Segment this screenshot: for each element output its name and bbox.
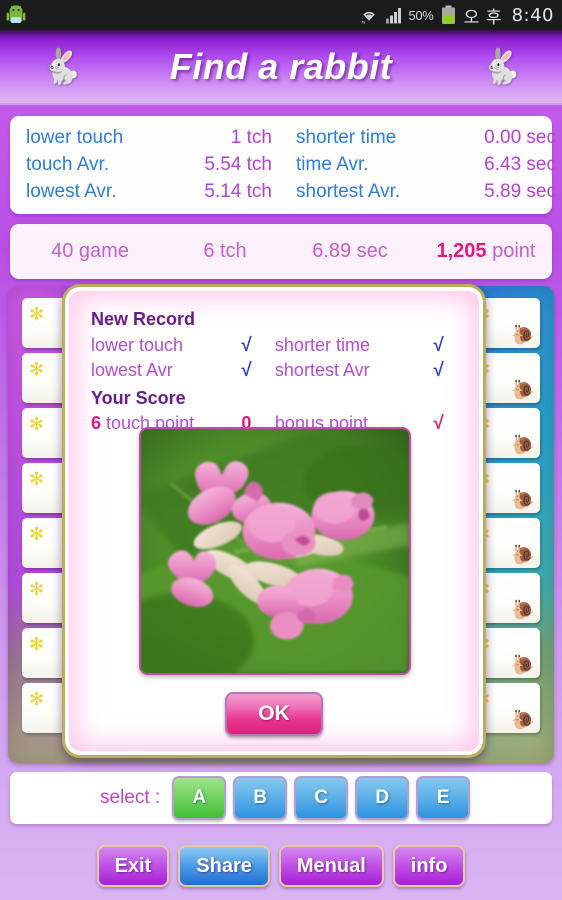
info-button[interactable]: info xyxy=(392,845,466,887)
stat-label-time-avr: time Avr. xyxy=(296,153,369,175)
stat-value-touch-avr: 5.54 tch xyxy=(204,153,272,175)
rabbit-icon-left: 🐇 xyxy=(40,47,83,86)
select-option-e-label: E xyxy=(436,787,450,808)
record-lower-touch-check-icon: √ xyxy=(241,334,252,356)
snail-icon: 🐌 xyxy=(511,710,535,731)
record-lower-touch-label: lower touch xyxy=(91,335,184,355)
score-time-value: 6.89 xyxy=(312,240,352,262)
sun-icon: ✻ xyxy=(29,359,45,379)
stat-value-lower-touch: 1 tch xyxy=(230,126,272,148)
stat-label-touch-avr: touch Avr. xyxy=(26,153,110,175)
bottom-button-bar: Exit Share Menual info xyxy=(0,832,562,900)
stat-value-shortest-avr: 5.89 sec xyxy=(484,180,556,202)
snail-icon: 🐌 xyxy=(511,435,535,456)
your-score-heading: Your Score xyxy=(91,388,186,408)
sun-icon: ✻ xyxy=(29,414,45,434)
wifi-icon xyxy=(359,5,379,25)
score-games: 40 game xyxy=(10,240,170,263)
snail-icon: 🐌 xyxy=(511,380,535,401)
ok-button[interactable]: OK xyxy=(225,692,323,736)
stat-value-shorter-time: 0.00 sec xyxy=(484,126,556,148)
sun-icon: ✻ xyxy=(29,469,45,489)
score-touches-unit: tch xyxy=(214,240,247,262)
record-shortest-avr-check-icon: √ xyxy=(433,359,444,381)
select-option-c[interactable]: C xyxy=(294,776,349,820)
stats-row: lowest Avr. 5.14 tch shortest Avr. 5.89 … xyxy=(26,178,556,205)
pink-flower-photo xyxy=(141,429,409,673)
stat-value-lowest-avr: 5.14 tch xyxy=(204,180,272,202)
stat-label-shorter-time: shorter time xyxy=(296,126,397,148)
stat-label-shortest-avr: shortest Avr. xyxy=(296,180,401,202)
select-option-a[interactable]: A xyxy=(172,776,227,820)
record-shorter-time-label: shorter time xyxy=(274,335,370,355)
snail-icon: 🐌 xyxy=(511,655,535,676)
share-button-label: Share xyxy=(196,854,252,877)
new-record-heading: New Record xyxy=(91,309,196,329)
exit-button-label: Exit xyxy=(114,854,152,877)
sun-icon: ✻ xyxy=(29,689,45,709)
battery-percent-label: 50% xyxy=(408,7,434,23)
info-button-label: info xyxy=(410,854,448,877)
reward-photo-frame xyxy=(139,427,411,675)
current-score-bar: 40 game 6 tch 6.89 sec 1,205 point xyxy=(10,224,552,279)
select-option-e[interactable]: E xyxy=(416,776,471,820)
select-label: select : xyxy=(100,787,161,808)
score-time: 6.89 sec xyxy=(280,240,420,263)
app-title-bar: 🐇 Find a rabbit 🐇 xyxy=(0,30,562,105)
score-points-value: 1,205 xyxy=(436,240,487,262)
stat-label-lowest-avr: lowest Avr. xyxy=(26,180,117,202)
select-option-d[interactable]: D xyxy=(355,776,410,820)
ok-button-label: OK xyxy=(258,702,290,725)
exit-button[interactable]: Exit xyxy=(96,845,170,887)
bonus-point-check-icon: √ xyxy=(433,412,444,434)
manual-button[interactable]: Menual xyxy=(278,845,384,887)
score-games-value: 40 xyxy=(51,240,74,262)
share-button[interactable]: Share xyxy=(178,845,270,887)
record-row: lowest Avr √ shortest Avr √ xyxy=(91,358,457,383)
score-touches: 6 tch xyxy=(170,240,280,263)
stat-value-time-avr: 6.43 sec xyxy=(484,153,556,175)
clock-time-label: 8:40 xyxy=(511,4,554,26)
select-bar: select : A B C D E xyxy=(10,772,552,824)
snail-icon: 🐌 xyxy=(511,325,535,346)
select-option-b[interactable]: B xyxy=(233,776,288,820)
touch-point-value: 6 xyxy=(91,413,102,433)
stats-row: touch Avr. 5.54 tch time Avr. 6.43 sec xyxy=(26,151,556,178)
manual-button-label: Menual xyxy=(296,854,366,877)
record-row: lower touch √ shorter time √ xyxy=(91,333,457,358)
sun-icon: ✻ xyxy=(29,579,45,599)
stat-label-lower-touch: lower touch xyxy=(26,126,124,148)
sun-icon: ✻ xyxy=(29,304,45,324)
record-shortest-avr-label: shortest Avr xyxy=(274,360,370,380)
sun-icon: ✻ xyxy=(29,524,45,544)
score-points: 1,205 point xyxy=(420,240,552,263)
snail-icon: 🐌 xyxy=(511,545,535,566)
android-status-bar: 50% 오 후 8:40 xyxy=(0,0,562,30)
select-option-c-label: C xyxy=(314,787,329,808)
new-record-dialog: New Record lower touch √ shorter time √ … xyxy=(62,284,486,758)
stats-row: lower touch 1 tch shorter time 0.00 sec xyxy=(26,124,556,151)
page-title: Find a rabbit xyxy=(169,45,393,87)
score-time-unit: sec xyxy=(351,240,388,262)
statistics-panel: lower touch 1 tch shorter time 0.00 sec … xyxy=(10,116,556,214)
android-robot-icon xyxy=(6,4,26,26)
record-lowest-avr-check-icon: √ xyxy=(241,359,252,381)
select-option-d-label: D xyxy=(375,787,390,808)
score-games-unit: game xyxy=(73,240,129,262)
sun-icon: ✻ xyxy=(29,634,45,654)
app-root: 50% 오 후 8:40 🐇 Find a rabbit 🐇 lower tou… xyxy=(0,0,562,900)
record-lowest-avr-label: lowest Avr xyxy=(91,360,173,380)
select-option-a-label: A xyxy=(192,787,207,808)
score-touches-value: 6 xyxy=(203,240,215,262)
rabbit-icon-right: 🐇 xyxy=(479,47,522,86)
snail-icon: 🐌 xyxy=(511,600,535,621)
clock-ampm-label: 오 후 xyxy=(463,7,503,27)
cellular-signal-icon xyxy=(386,6,405,24)
record-shorter-time-check-icon: √ xyxy=(433,334,444,356)
snail-icon: 🐌 xyxy=(511,490,535,511)
battery-icon xyxy=(441,5,456,25)
score-points-unit: point xyxy=(486,240,536,262)
select-option-b-label: B xyxy=(253,787,268,808)
